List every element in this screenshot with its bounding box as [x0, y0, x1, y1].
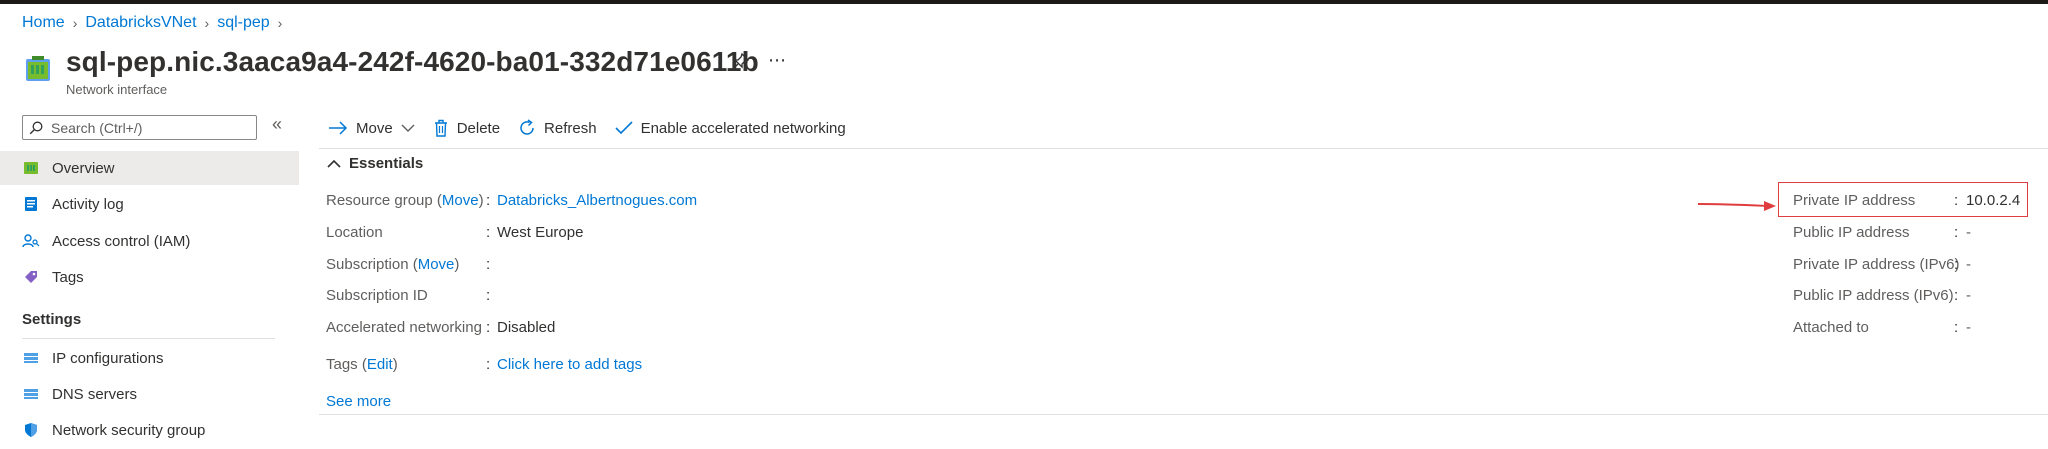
- see-more-link[interactable]: See more: [326, 393, 391, 410]
- refresh-label: Refresh: [544, 119, 597, 137]
- iam-icon: [22, 232, 40, 250]
- divider: [22, 338, 275, 339]
- chevron-up-icon: [327, 159, 341, 168]
- sidebar-item-tags[interactable]: Tags: [0, 260, 299, 294]
- search-icon: [29, 121, 43, 134]
- sidebar-item-label: Network security group: [52, 421, 206, 439]
- more-options-icon[interactable]: ⋯: [768, 50, 787, 71]
- public-ip-value: -: [1966, 224, 1971, 241]
- resource-group-move-link[interactable]: Move: [442, 192, 479, 209]
- tags-row: Tags (Edit): [326, 356, 398, 373]
- public-ip-label: Public IP address: [1793, 224, 1910, 241]
- enable-accelerated-networking-button[interactable]: Enable accelerated networking: [615, 120, 846, 137]
- sidebar-item-dns-servers[interactable]: DNS servers: [0, 377, 299, 411]
- delete-button[interactable]: Delete: [433, 119, 500, 137]
- colon: :: [1954, 319, 1959, 336]
- sidebar-item-label: Access control (IAM): [52, 232, 191, 250]
- colon: :: [486, 356, 491, 373]
- collapse-sidebar-icon[interactable]: «: [272, 114, 282, 135]
- colon: :: [1954, 287, 1959, 304]
- settings-section-label: Settings: [22, 311, 82, 328]
- colon: :: [1954, 224, 1959, 241]
- sidebar-item-nsg[interactable]: Network security group: [0, 413, 299, 447]
- chevron-right-icon: ›: [277, 15, 283, 31]
- colon: :: [486, 287, 491, 304]
- delete-label: Delete: [456, 119, 501, 137]
- colon: :: [486, 192, 491, 209]
- resource-group-link[interactable]: Databricks_Albertnogues.com: [497, 192, 697, 209]
- colon: :: [486, 224, 491, 241]
- activity-log-icon: [22, 195, 40, 213]
- sidebar-item-ip-configurations[interactable]: IP configurations: [0, 341, 299, 375]
- enable-label: Enable accelerated networking: [640, 119, 846, 137]
- page-subtitle: Network interface: [66, 82, 168, 97]
- page-title: sql-pep.nic.3aaca9a4-242f-4620-ba01-332d…: [66, 46, 759, 77]
- refresh-button[interactable]: Refresh: [518, 119, 597, 137]
- sidebar-item-label: DNS servers: [52, 385, 138, 403]
- sidebar-item-overview[interactable]: Overview: [0, 151, 299, 185]
- attached-to-label: Attached to: [1793, 319, 1869, 336]
- overview-icon: [22, 159, 40, 177]
- command-bar: Move Delete Refresh Enable accelerated n…: [328, 113, 864, 143]
- colon: :: [1954, 256, 1959, 273]
- top-bar: [0, 0, 2048, 4]
- network-interface-icon: [26, 56, 50, 81]
- trash-icon: [434, 119, 447, 137]
- location-value: West Europe: [497, 224, 584, 241]
- chevron-down-icon: [401, 124, 415, 132]
- sidebar-item-label: Tags: [52, 268, 84, 286]
- tags-label: Tags: [326, 356, 358, 373]
- breadcrumb: Home › DatabricksVNet › sql-pep ›: [22, 14, 282, 32]
- resource-group-row: Resource group (Move): [326, 192, 484, 209]
- public-ipv6-value: -: [1966, 287, 1971, 304]
- private-ipv6-value: -: [1966, 256, 1971, 273]
- annotation-arrow-icon: [1697, 201, 1776, 211]
- breadcrumb-vnet[interactable]: DatabricksVNet: [85, 14, 196, 32]
- chevron-right-icon: ›: [72, 15, 78, 31]
- sidebar-item-label: IP configurations: [52, 349, 164, 367]
- move-label: Move: [356, 119, 393, 137]
- highlight-box: [1778, 182, 2028, 217]
- divider: [319, 148, 2048, 149]
- colon: :: [486, 256, 491, 273]
- tag-icon: [22, 268, 40, 286]
- essentials-heading: Essentials: [349, 155, 424, 172]
- shield-icon: [22, 421, 40, 439]
- move-button[interactable]: Move: [328, 120, 415, 137]
- sidebar-item-iam[interactable]: Access control (IAM): [0, 224, 299, 258]
- dns-icon: [22, 385, 40, 403]
- subscription-id-label: Subscription ID: [326, 287, 428, 304]
- chevron-right-icon: ›: [204, 15, 210, 31]
- location-label: Location: [326, 224, 383, 241]
- add-tags-link[interactable]: Click here to add tags: [497, 356, 642, 373]
- private-ipv6-label: Private IP address (IPv6): [1793, 256, 1960, 273]
- divider: [319, 414, 2048, 415]
- pin-icon[interactable]: [732, 52, 750, 70]
- sidebar-item-label: Overview: [52, 159, 115, 177]
- subscription-move-link[interactable]: Move: [418, 256, 455, 273]
- sidebar-item-label: Activity log: [52, 195, 124, 213]
- arrow-right-icon: [329, 121, 348, 135]
- tags-edit-link[interactable]: Edit: [367, 356, 393, 373]
- public-ipv6-label: Public IP address (IPv6): [1793, 287, 1954, 304]
- refresh-icon: [520, 119, 534, 135]
- ip-config-icon: [22, 349, 40, 367]
- search-input[interactable]: [49, 118, 243, 137]
- checkmark-icon: [615, 121, 633, 135]
- sidebar-item-activity-log[interactable]: Activity log: [0, 187, 299, 221]
- accelerated-networking-value: Disabled: [497, 319, 556, 336]
- subscription-row: Subscription (Move): [326, 256, 460, 273]
- accelerated-networking-label: Accelerated networking: [326, 319, 482, 336]
- breadcrumb-home[interactable]: Home: [22, 14, 65, 32]
- attached-to-value: -: [1966, 319, 1971, 336]
- colon: :: [486, 319, 491, 336]
- subscription-label: Subscription: [326, 256, 409, 273]
- essentials-toggle[interactable]: Essentials: [327, 155, 423, 172]
- breadcrumb-sql-pep[interactable]: sql-pep: [217, 14, 269, 32]
- resource-group-label: Resource group: [326, 192, 433, 209]
- search-box[interactable]: [22, 115, 257, 140]
